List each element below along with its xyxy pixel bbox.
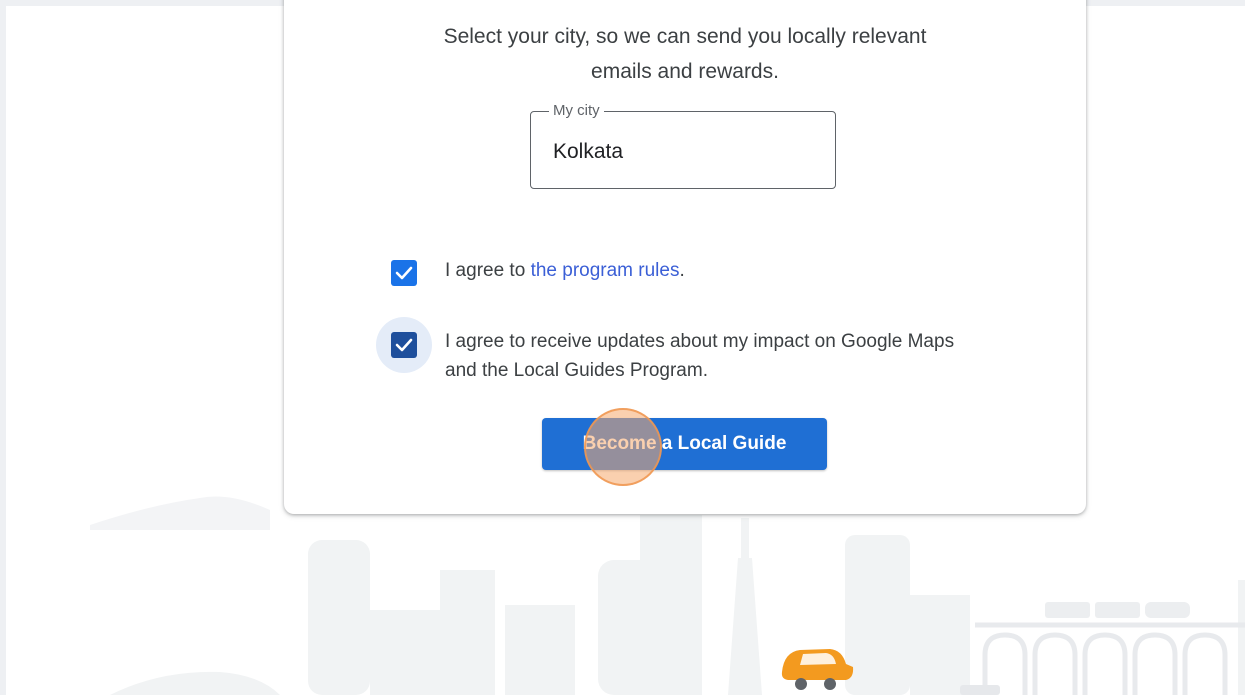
city-field-label: My city [549,102,604,120]
rules-agreement-prefix: I agree to [445,260,531,281]
city-field-value[interactable]: Kolkata [553,140,623,164]
program-rules-link[interactable]: the program rules [531,260,680,281]
intro-text: Select your city, so we can send you loc… [284,19,1086,89]
intro-line-1: Select your city, so we can send you loc… [443,25,927,48]
updates-agreement-row: I agree to receive updates about my impa… [376,317,954,385]
checkmark-icon [395,266,413,280]
checkmark-icon [395,338,413,352]
become-local-guide-button[interactable]: Become a Local Guide [542,418,827,470]
intro-line-2: emails and rewards. [591,60,779,83]
updates-agreement-line-2: and the Local Guides Program. [445,360,708,381]
updates-agreement-line-1: I agree to receive updates about my impa… [445,331,955,352]
updates-agreement-checkbox[interactable] [391,332,417,358]
updates-agreement-label: I agree to receive updates about my impa… [445,327,954,385]
rules-agreement-row: I agree to the program rules. [391,260,685,286]
rules-agreement-checkbox-wrap [391,260,417,286]
signup-card: Select your city, so we can send you loc… [284,0,1086,514]
city-field[interactable]: My city Kolkata [530,102,836,189]
rules-agreement-suffix: . [679,260,685,281]
rules-agreement-checkbox[interactable] [391,260,417,286]
updates-agreement-checkbox-wrap [376,317,432,373]
rules-agreement-label: I agree to the program rules. [445,256,685,285]
car-icon [781,649,854,690]
local-guides-signup-page: Select your city, so we can send you loc… [0,0,1245,695]
